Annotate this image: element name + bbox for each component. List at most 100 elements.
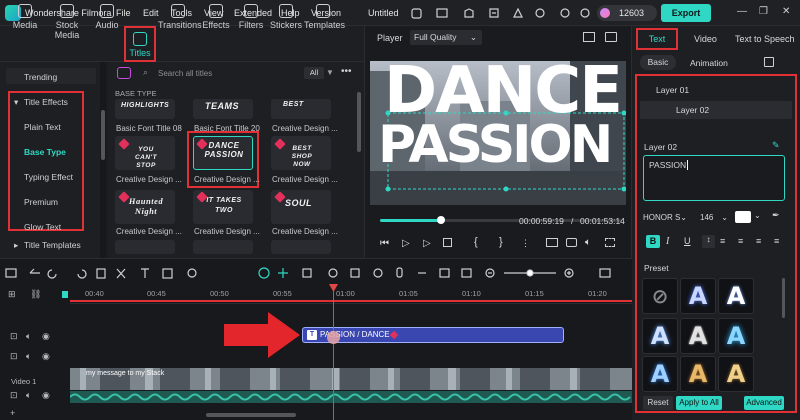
eye-icon[interactable]: ◉ <box>42 331 50 342</box>
no-preset-icon[interactable]: ⊘ <box>642 278 678 314</box>
tab-video[interactable]: Video <box>694 34 717 44</box>
tab-text[interactable]: Text <box>636 28 678 50</box>
credits-badge[interactable]: 12603 <box>597 5 657 21</box>
preset-style[interactable]: A <box>680 318 716 354</box>
preset-style[interactable]: A <box>680 356 716 392</box>
previous-frame-icon[interactable]: ⏮ <box>380 238 389 249</box>
subtab-basic[interactable]: Basic <box>640 55 676 70</box>
preset-scrollbar[interactable] <box>782 278 785 318</box>
add-track-icon[interactable]: + <box>10 408 15 418</box>
title-card[interactable] <box>115 240 175 254</box>
folder-track-icon[interactable]: ⊡ <box>10 390 18 401</box>
add-track-icon[interactable]: ⊞ <box>8 289 16 300</box>
tab-text-to-speech[interactable]: Text to Speech <box>735 34 795 44</box>
preset-style[interactable]: A <box>718 278 754 314</box>
align-left-icon[interactable]: ≡ <box>720 236 725 246</box>
tab-filters[interactable]: Filters <box>236 0 266 36</box>
tab-titles[interactable]: Titles <box>124 26 156 62</box>
layer-item[interactable]: Layer 01 <box>640 80 790 100</box>
preset-style[interactable]: A <box>642 356 678 392</box>
bold-button[interactable]: B <box>646 235 660 248</box>
eyedropper-icon[interactable]: ✒ <box>772 210 780 221</box>
display-icon[interactable] <box>546 238 558 247</box>
progress-handle[interactable] <box>436 216 445 224</box>
search-input[interactable]: Search all titles <box>158 69 318 83</box>
chevron-down-icon[interactable]: ⌄ <box>754 211 761 220</box>
close-icon[interactable]: ✕ <box>782 6 790 17</box>
mute-icon[interactable]: 🔈︎ <box>26 351 31 362</box>
tab-audio[interactable]: Audio <box>92 0 122 36</box>
audio-waveform[interactable] <box>70 391 632 403</box>
italic-button[interactable]: I <box>666 236 669 247</box>
media-scrollbar[interactable] <box>101 110 105 160</box>
title-clip[interactable]: T PASSION / DANCE <box>302 327 564 343</box>
preset-style[interactable]: A <box>680 278 716 314</box>
work-area-bar[interactable] <box>70 300 632 302</box>
preset-style[interactable]: A <box>718 318 754 354</box>
in-marker[interactable] <box>62 291 68 298</box>
sidebar-item-glow-text[interactable]: Glow Text <box>24 222 61 232</box>
play-full-icon[interactable]: ▷ <box>423 238 431 249</box>
tab-effects[interactable]: Effects <box>200 0 232 36</box>
sidebar-item-title-templates[interactable]: Title Templates <box>24 240 81 250</box>
folder-icon[interactable] <box>117 67 131 79</box>
crop-icon[interactable] <box>605 238 615 247</box>
link-icon[interactable]: ⛓ <box>30 289 41 300</box>
align-right-icon[interactable]: ≡ <box>756 236 761 246</box>
maximize-icon[interactable]: ❐ <box>759 6 768 17</box>
folder-track-icon[interactable]: ⊡ <box>10 331 18 342</box>
playhead-line[interactable] <box>333 284 334 420</box>
preset-style[interactable]: A <box>642 318 678 354</box>
apply-to-all-button[interactable]: Apply to All <box>676 396 722 410</box>
tab-templates[interactable]: Templates <box>304 0 345 36</box>
sidebar-item-plain-text[interactable]: Plain Text <box>24 122 61 132</box>
sidebar-item-title-effects[interactable]: Title Effects <box>24 97 68 107</box>
title-card[interactable]: BEST <box>271 99 331 119</box>
fullscreen-icon[interactable]: ⋮ <box>521 238 530 249</box>
text-direction-button[interactable]: ↕ <box>702 235 715 248</box>
align-center-icon[interactable]: ≡ <box>738 236 743 246</box>
folder-track-icon[interactable]: ⊡ <box>10 351 18 362</box>
eye-icon[interactable]: ◉ <box>42 351 50 362</box>
sidebar-item-base-type[interactable]: Base Type <box>24 147 66 157</box>
title-card[interactable] <box>193 240 253 254</box>
color-swatch[interactable] <box>735 211 751 223</box>
timeline-scrollbar[interactable] <box>206 413 296 417</box>
playhead-cut-icon[interactable] <box>327 331 340 344</box>
font-size-dropdown[interactable]: 146 ⌄ <box>700 211 728 225</box>
quality-dropdown[interactable]: Full Quality ⌄ <box>410 30 482 45</box>
underline-button[interactable]: U <box>684 236 691 246</box>
subtab-animation[interactable]: Animation <box>690 58 728 68</box>
preset-style[interactable]: A <box>718 356 754 392</box>
font-dropdown[interactable]: HONOR S ⌄ <box>643 211 689 225</box>
title-card[interactable]: HIGHLIGHTS <box>115 99 175 119</box>
tab-stickers[interactable]: Stickers <box>270 0 302 36</box>
image-icon[interactable] <box>605 32 617 42</box>
library-scrollbar[interactable] <box>357 92 361 152</box>
mark-out-icon[interactable]: } <box>499 236 503 248</box>
sidebar-item-premium[interactable]: Premium <box>24 197 58 207</box>
save-preset-icon[interactable] <box>764 57 774 67</box>
title-card[interactable]: TEAMS <box>193 99 253 119</box>
play-icon[interactable]: ▷ <box>402 238 410 249</box>
mark-in-icon[interactable]: { <box>474 236 478 248</box>
sidebar-item-typing-effect[interactable]: Typing Effect <box>24 172 73 182</box>
stop-icon[interactable] <box>443 238 452 247</box>
edit-pencil-icon[interactable]: ✎ <box>772 140 780 151</box>
volume-icon[interactable]: 🔈︎ <box>585 237 591 248</box>
reset-button[interactable]: Reset <box>643 396 673 410</box>
snapshot-icon[interactable] <box>583 32 595 42</box>
tab-transitions[interactable]: Transitions <box>158 0 202 36</box>
filter-dropdown[interactable]: All <box>304 67 324 79</box>
minimize-icon[interactable]: — <box>737 6 747 17</box>
mute-icon[interactable]: 🔈︎ <box>26 390 31 401</box>
tab-stock-media[interactable]: Stock Media <box>44 0 90 40</box>
menu-edit[interactable]: Edit <box>143 8 159 18</box>
text-input[interactable]: PASSION <box>643 155 785 201</box>
layer-item-selected[interactable]: Layer 02 <box>640 101 792 119</box>
video-clip[interactable]: my message to my Stack <box>70 368 632 390</box>
eye-icon[interactable]: ◉ <box>42 390 50 401</box>
title-card[interactable] <box>271 240 331 254</box>
advanced-button[interactable]: Advanced <box>744 396 784 410</box>
tab-media[interactable]: Media <box>6 0 44 36</box>
